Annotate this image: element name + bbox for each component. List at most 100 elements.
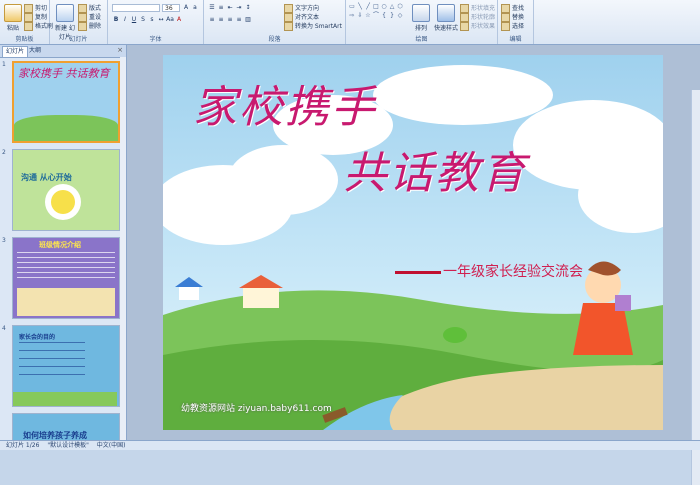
- grow-font-icon[interactable]: A: [182, 4, 190, 12]
- align-center-icon[interactable]: ≡: [217, 16, 225, 24]
- bold-icon[interactable]: B: [112, 16, 120, 24]
- brace-shape-icon[interactable]: {: [380, 12, 388, 20]
- line-spacing-icon[interactable]: ↕: [244, 4, 252, 12]
- font-color-icon[interactable]: A: [175, 16, 183, 24]
- star-shape-icon[interactable]: ☆: [364, 12, 372, 20]
- font-grow-shrink[interactable]: Aa: [182, 4, 200, 12]
- oval-shape-icon[interactable]: ○: [380, 3, 388, 11]
- ribbon: 粘贴 剪切 复制 格式刷 剪贴板 新建 幻灯片 版式 重设 删除 幻灯片 36 …: [0, 0, 700, 45]
- thumb-text-lines: [17, 252, 115, 282]
- justify-icon[interactable]: ≡: [235, 16, 243, 24]
- backpack-icon: [615, 295, 631, 311]
- drawing-group-label: 绘图: [415, 36, 428, 43]
- thumb-title: 班级情况介绍: [39, 241, 81, 249]
- italic-icon[interactable]: I: [121, 16, 129, 24]
- thumb-title: 沟通 从心开始: [21, 173, 72, 182]
- quick-styles-icon: [437, 4, 455, 22]
- slide-thumbnail-4[interactable]: 家长会的目的: [12, 325, 120, 407]
- house-small-roof: [175, 277, 203, 287]
- curve-shape-icon[interactable]: ⌒: [372, 12, 380, 20]
- slide-thumbnail-5[interactable]: 如何培养孩子养成: [12, 413, 120, 440]
- thumb-number: 3: [2, 237, 6, 244]
- smartart-icon: [284, 22, 293, 31]
- clipboard-group-label: 剪贴板: [15, 36, 34, 43]
- slide-title-line2[interactable]: 共话教育: [343, 137, 527, 201]
- align-left-icon[interactable]: ≡: [208, 16, 216, 24]
- thumb-picture: [17, 288, 115, 316]
- tab-outline[interactable]: 大纲: [26, 46, 44, 56]
- paste-button[interactable]: 粘贴: [2, 2, 24, 32]
- slide-canvas-area: 家校携手 共话教育 一年级家长经验交流会 幼教资源网站 ziyuan.baby6…: [127, 45, 700, 485]
- smartart-button[interactable]: 转换为 SmartArt: [284, 21, 342, 31]
- font-group: 36 Aa B I U Ss ↔ Aa A 字体: [108, 0, 204, 44]
- triangle-shape-icon[interactable]: △: [388, 3, 396, 11]
- canvas-scrollbar[interactable]: [691, 90, 700, 485]
- select-button[interactable]: 选择: [501, 21, 524, 31]
- watermark: 幼教资源网站 ziyuan.baby611.com: [181, 404, 332, 414]
- font-name-combo[interactable]: [112, 4, 160, 12]
- frog-icon: [443, 327, 467, 343]
- strikethrough-icon[interactable]: S: [139, 16, 147, 24]
- slide[interactable]: 家校携手 共话教育 一年级家长经验交流会 幼教资源网站 ziyuan.baby6…: [163, 55, 663, 430]
- font-size-combo[interactable]: 36: [162, 4, 180, 12]
- arrange-button[interactable]: 排列: [410, 2, 432, 32]
- columns-icon[interactable]: ▥: [244, 16, 252, 24]
- increase-indent-icon[interactable]: ⇥: [235, 4, 243, 12]
- thumb-text-lines: [19, 342, 85, 376]
- new-slide-icon: [56, 4, 74, 22]
- clipboard-group: 粘贴 剪切 复制 格式刷 剪贴板: [0, 0, 53, 44]
- textbox-shape-icon[interactable]: ▭: [348, 3, 356, 11]
- slide-thumbnail-2[interactable]: 沟通 从心开始: [12, 149, 120, 231]
- align-right-icon[interactable]: ≡: [226, 16, 234, 24]
- close-panel-icon[interactable]: ×: [117, 46, 123, 54]
- shapes-gallery[interactable]: ▭ ╲ ╱ □ ○ △ ⬡ ⇨ ⇩ ☆ ⌒{} ◇: [348, 2, 408, 20]
- tab-slides[interactable]: 幻灯片: [2, 46, 29, 57]
- quick-styles-button[interactable]: 快速样式: [434, 2, 458, 32]
- arrow-right-shape-icon[interactable]: ⇨: [348, 12, 356, 20]
- char-spacing-icon[interactable]: ↔: [157, 16, 165, 24]
- shadow-icon[interactable]: s: [148, 16, 156, 24]
- thumb-number: 1: [2, 61, 6, 68]
- clipboard-icon: [4, 4, 22, 22]
- thumb-title: 如何培养孩子养成: [23, 431, 87, 440]
- status-theme: "默认设计模板": [47, 442, 89, 449]
- delete-slide-button[interactable]: 删除: [78, 21, 101, 31]
- bracket-shape-icon[interactable]: }: [388, 12, 396, 20]
- decrease-indent-icon[interactable]: ⇤: [226, 4, 234, 12]
- font-format-row: B I U Ss ↔ Aa A: [112, 16, 184, 24]
- slides-group: 新建 幻灯片 版式 重设 删除 幻灯片: [50, 0, 108, 44]
- shrink-font-icon[interactable]: a: [191, 4, 199, 12]
- slide-subtitle[interactable]: 一年级家长经验交流会: [395, 261, 583, 281]
- panel-scrollbar[interactable]: [120, 57, 126, 440]
- line2-shape-icon[interactable]: ╱: [364, 3, 372, 11]
- list-buttons: ☰ ≡ ⇤ ⇥ ↕: [208, 4, 253, 12]
- hexagon-shape-icon[interactable]: ⬡: [396, 3, 404, 11]
- change-case-icon[interactable]: Aa: [166, 16, 174, 24]
- numbering-icon[interactable]: ≡: [217, 4, 225, 12]
- thumb-hill: [14, 115, 118, 141]
- bullets-icon[interactable]: ☰: [208, 4, 216, 12]
- house: [243, 286, 279, 308]
- callout-shape-icon[interactable]: ◇: [396, 12, 404, 20]
- thumb-number: 4: [2, 325, 6, 332]
- slide-thumbnail-1[interactable]: 家校携手 共话教育: [12, 61, 120, 143]
- flower-icon: [51, 190, 75, 214]
- rect-shape-icon[interactable]: □: [372, 3, 380, 11]
- arrow-down-shape-icon[interactable]: ⇩: [356, 12, 364, 20]
- subtitle-dash: [395, 270, 441, 274]
- brush-icon: [24, 22, 33, 31]
- slide-title-line1[interactable]: 家校携手: [193, 71, 377, 135]
- slide-thumbnail-3[interactable]: 班级情况介绍: [12, 237, 120, 319]
- thumb-title: 家长会的目的: [19, 334, 56, 341]
- line-shape-icon[interactable]: ╲: [356, 3, 364, 11]
- shape-effect-button[interactable]: 形状效果: [460, 21, 495, 31]
- format-painter-button[interactable]: 格式刷: [24, 21, 53, 31]
- editing-group: 查找 替换 选择 编辑: [498, 0, 534, 44]
- underline-icon[interactable]: U: [130, 16, 138, 24]
- drawing-group: ▭ ╲ ╱ □ ○ △ ⬡ ⇨ ⇩ ☆ ⌒{} ◇ 排列 快速样式 形状填充 形状轮廓 形状效果 绘…: [346, 0, 498, 44]
- paragraph-group-label: 段落: [268, 36, 281, 43]
- house-roof: [239, 275, 283, 288]
- paragraph-group: ☰ ≡ ⇤ ⇥ ↕ ≡ ≡ ≡ ≡ ▥ 文字方向 对齐文本 转换为 SmartArt 段落: [204, 0, 346, 44]
- panel-tabs: 幻灯片 大纲 ×: [0, 45, 126, 58]
- cursor-icon: [501, 22, 510, 31]
